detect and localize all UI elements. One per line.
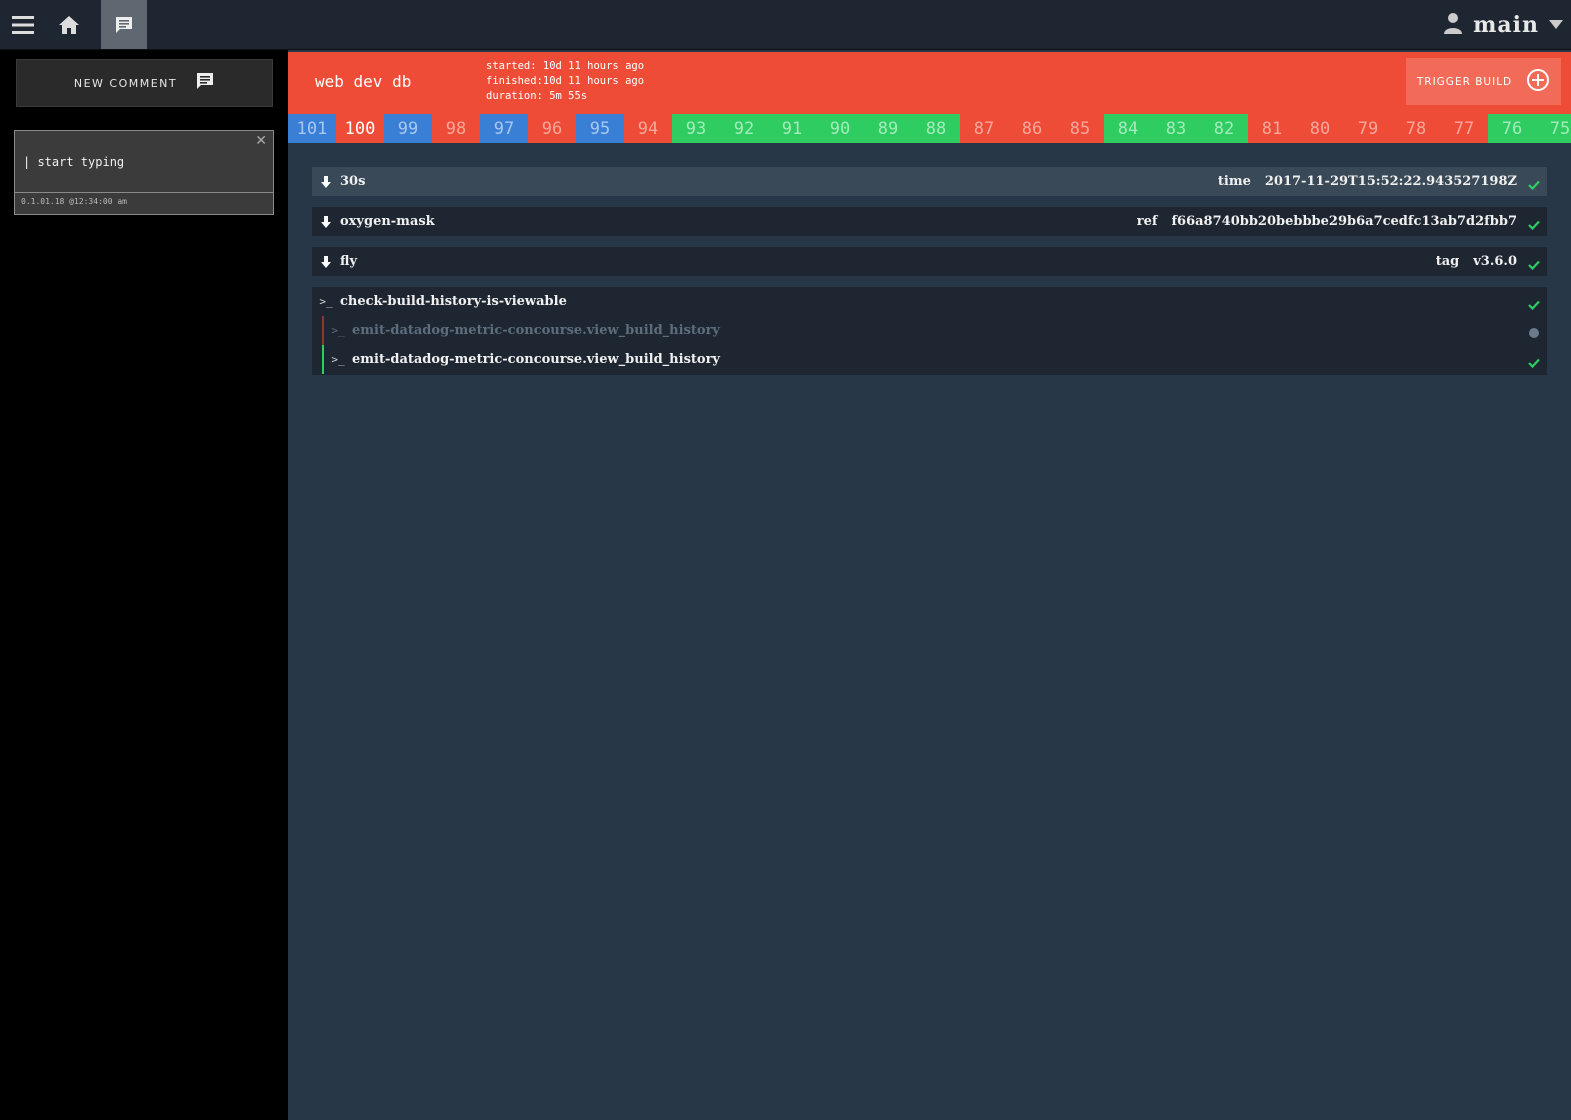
subtask-row[interactable]: >_ emit-datadog-metric-concourse.view_bu… <box>322 316 1547 345</box>
plus-circle-icon <box>1526 68 1550 96</box>
step-version: ref f66a8740bb20bebbbe29b6a7cedfc13ab7d2f… <box>1137 214 1517 229</box>
step-name: 30s <box>340 174 366 189</box>
new-comment-button[interactable]: NEW COMMENT <box>16 59 273 107</box>
comment-icon[interactable] <box>101 0 147 49</box>
arrow-down-icon <box>312 255 340 269</box>
home-icon[interactable] <box>46 0 92 49</box>
build-header: web dev db started: 10d 11 hours ago fin… <box>288 52 1571 114</box>
build-tab[interactable]: 90 <box>816 114 864 143</box>
top-bar: main <box>0 0 1571 50</box>
build-tab[interactable]: 100 <box>336 114 384 143</box>
version-value: f66a8740bb20bebbbe29b6a7cedfc13ab7d2fbb7 <box>1171 214 1517 229</box>
build-tab[interactable]: 83 <box>1152 114 1200 143</box>
checkmark-icon <box>1528 255 1540 274</box>
build-tab[interactable]: 88 <box>912 114 960 143</box>
checkmark-icon <box>1528 353 1540 372</box>
build-tab[interactable]: 96 <box>528 114 576 143</box>
build-tab[interactable]: 93 <box>672 114 720 143</box>
build-tab[interactable]: 89 <box>864 114 912 143</box>
build-tab[interactable]: 79 <box>1344 114 1392 143</box>
get-step[interactable]: fly tag v3.6.0 <box>312 247 1547 276</box>
arrow-down-icon <box>312 215 340 229</box>
trigger-build-button[interactable]: TRIGGER BUILD <box>1406 58 1561 105</box>
terminal-prompt-icon: >_ <box>331 324 345 337</box>
build-tab[interactable]: 97 <box>480 114 528 143</box>
comment-timestamp: 0.1.01.18 @12:34:00 am <box>21 197 127 206</box>
hamburger-menu-icon[interactable] <box>0 0 46 49</box>
step-name: fly <box>340 254 358 269</box>
comment-card: ✕ | start typing 0.1.01.18 @12:34:00 am <box>14 130 274 215</box>
build-tab[interactable]: 99 <box>384 114 432 143</box>
subtask-name: emit-datadog-metric-concourse.view_build… <box>352 352 720 367</box>
terminal-prompt-icon: >_ <box>319 295 333 308</box>
build-tab[interactable]: 92 <box>720 114 768 143</box>
build-tab[interactable]: 95 <box>576 114 624 143</box>
build-tab[interactable]: 80 <box>1296 114 1344 143</box>
comments-sidebar: NEW COMMENT ✕ | start typing 0.1.01.18 @… <box>0 50 288 1120</box>
started-time: started: 10d 11 hours ago <box>486 60 645 72</box>
get-step[interactable]: oxygen-mask ref f66a8740bb20bebbbe29b6a7c… <box>312 207 1547 236</box>
version-value: v3.6.0 <box>1473 254 1517 269</box>
checkmark-icon <box>1528 215 1540 234</box>
checkmark-icon <box>1528 175 1540 194</box>
subtask-name: emit-datadog-metric-concourse.view_build… <box>352 323 720 338</box>
version-key: time <box>1217 174 1251 189</box>
close-icon[interactable]: ✕ <box>255 133 267 149</box>
team-name: main <box>1473 11 1539 38</box>
build-tab[interactable]: 76 <box>1488 114 1536 143</box>
trigger-build-label: TRIGGER BUILD <box>1416 75 1513 88</box>
build-tab[interactable]: 86 <box>1008 114 1056 143</box>
subtask-row[interactable]: >_ emit-datadog-metric-concourse.view_bu… <box>322 345 1547 374</box>
user-icon <box>1443 12 1463 38</box>
build-tab[interactable]: 91 <box>768 114 816 143</box>
arrow-down-icon <box>312 175 340 189</box>
job-name[interactable]: web dev db <box>315 72 411 91</box>
user-menu[interactable]: main <box>1443 0 1563 49</box>
build-tab[interactable]: 82 <box>1200 114 1248 143</box>
version-key: ref <box>1136 214 1158 229</box>
build-tab[interactable]: 75 <box>1536 114 1571 143</box>
task-header[interactable]: >_ check-build-history-is-viewable <box>312 287 1547 316</box>
build-tab[interactable]: 77 <box>1440 114 1488 143</box>
caret-down-icon <box>1549 15 1563 34</box>
version-value: 2017-11-29T15:52:22.943527198Z <box>1264 174 1517 189</box>
new-comment-label: NEW COMMENT <box>73 76 178 90</box>
comment-icon <box>195 71 215 95</box>
step-name: oxygen-mask <box>340 214 435 229</box>
build-tab[interactable]: 98 <box>432 114 480 143</box>
step-version: time 2017-11-29T15:52:22.943527198Z <box>1218 174 1517 189</box>
build-tab[interactable]: 101 <box>288 114 336 143</box>
checkmark-icon <box>1528 295 1540 314</box>
task-name: check-build-history-is-viewable <box>340 294 567 309</box>
task-step: >_ check-build-history-is-viewable >_ em… <box>312 287 1547 375</box>
build-times: started: 10d 11 hours ago finished:10d 1… <box>486 59 644 104</box>
step-version: tag v3.6.0 <box>1436 254 1517 269</box>
terminal-prompt-icon: >_ <box>331 353 345 366</box>
build-tab[interactable]: 87 <box>960 114 1008 143</box>
finished-time: finished:10d 11 hours ago <box>486 75 645 87</box>
duration: duration: 5m 55s <box>486 90 588 102</box>
build-history-tabs: 101 100 99 98 97 96 95 94 93 92 91 90 89 88 87 86 85 84 83… <box>288 114 1571 143</box>
pending-dot-icon <box>1528 324 1540 343</box>
divider <box>15 192 273 193</box>
version-key: tag <box>1435 254 1460 269</box>
get-step[interactable]: 30s time 2017-11-29T15:52:22.943527198Z <box>312 167 1547 196</box>
build-tab[interactable]: 78 <box>1392 114 1440 143</box>
build-steps: 30s time 2017-11-29T15:52:22.943527198Z o… <box>312 167 1547 375</box>
build-tab[interactable]: 85 <box>1056 114 1104 143</box>
build-tab[interactable]: 94 <box>624 114 672 143</box>
build-view: web dev db started: 10d 11 hours ago fin… <box>288 50 1571 1120</box>
build-tab[interactable]: 81 <box>1248 114 1296 143</box>
build-tab[interactable]: 84 <box>1104 114 1152 143</box>
comment-input[interactable]: | start typing <box>23 155 124 169</box>
